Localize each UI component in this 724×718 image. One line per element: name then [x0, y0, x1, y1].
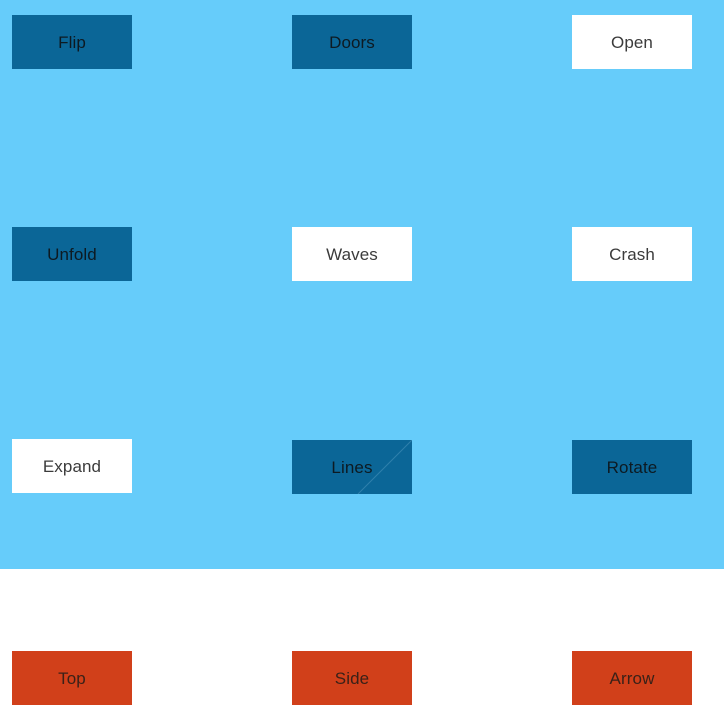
button-rotate-label: Rotate [606, 457, 658, 477]
button-doors-label: Doors [329, 32, 375, 52]
button-waves-label: Waves [326, 244, 378, 264]
button-expand[interactable]: Expand [12, 439, 132, 493]
button-arrow[interactable]: Arrow [572, 651, 692, 705]
button-crash-label: Crash [609, 244, 655, 264]
blue-panel: Flip Doors Open Unfold Waves Crash Expan… [0, 0, 724, 569]
button-side[interactable]: Side [292, 651, 412, 705]
button-expand-label: Expand [42, 456, 102, 476]
button-top[interactable]: Top [12, 651, 132, 705]
button-flip[interactable]: Flip [12, 15, 132, 69]
button-lines-label: Lines [331, 457, 373, 477]
button-open[interactable]: Open [572, 15, 692, 69]
button-top-label: Top [58, 668, 86, 688]
button-arrow-label: Arrow [609, 668, 655, 688]
button-lines[interactable]: Lines [292, 440, 412, 494]
button-open-label: Open [611, 32, 653, 52]
button-unfold-label: Unfold [47, 244, 97, 264]
button-doors[interactable]: Doors [292, 15, 412, 69]
button-waves[interactable]: Waves [292, 227, 412, 281]
app-root: Flip Doors Open Unfold Waves Crash Expan… [0, 0, 724, 718]
button-flip-label: Flip [58, 32, 86, 52]
button-side-label: Side [334, 668, 370, 688]
button-crash[interactable]: Crash [572, 227, 692, 281]
button-rotate[interactable]: Rotate [572, 440, 692, 494]
button-unfold[interactable]: Unfold [12, 227, 132, 281]
